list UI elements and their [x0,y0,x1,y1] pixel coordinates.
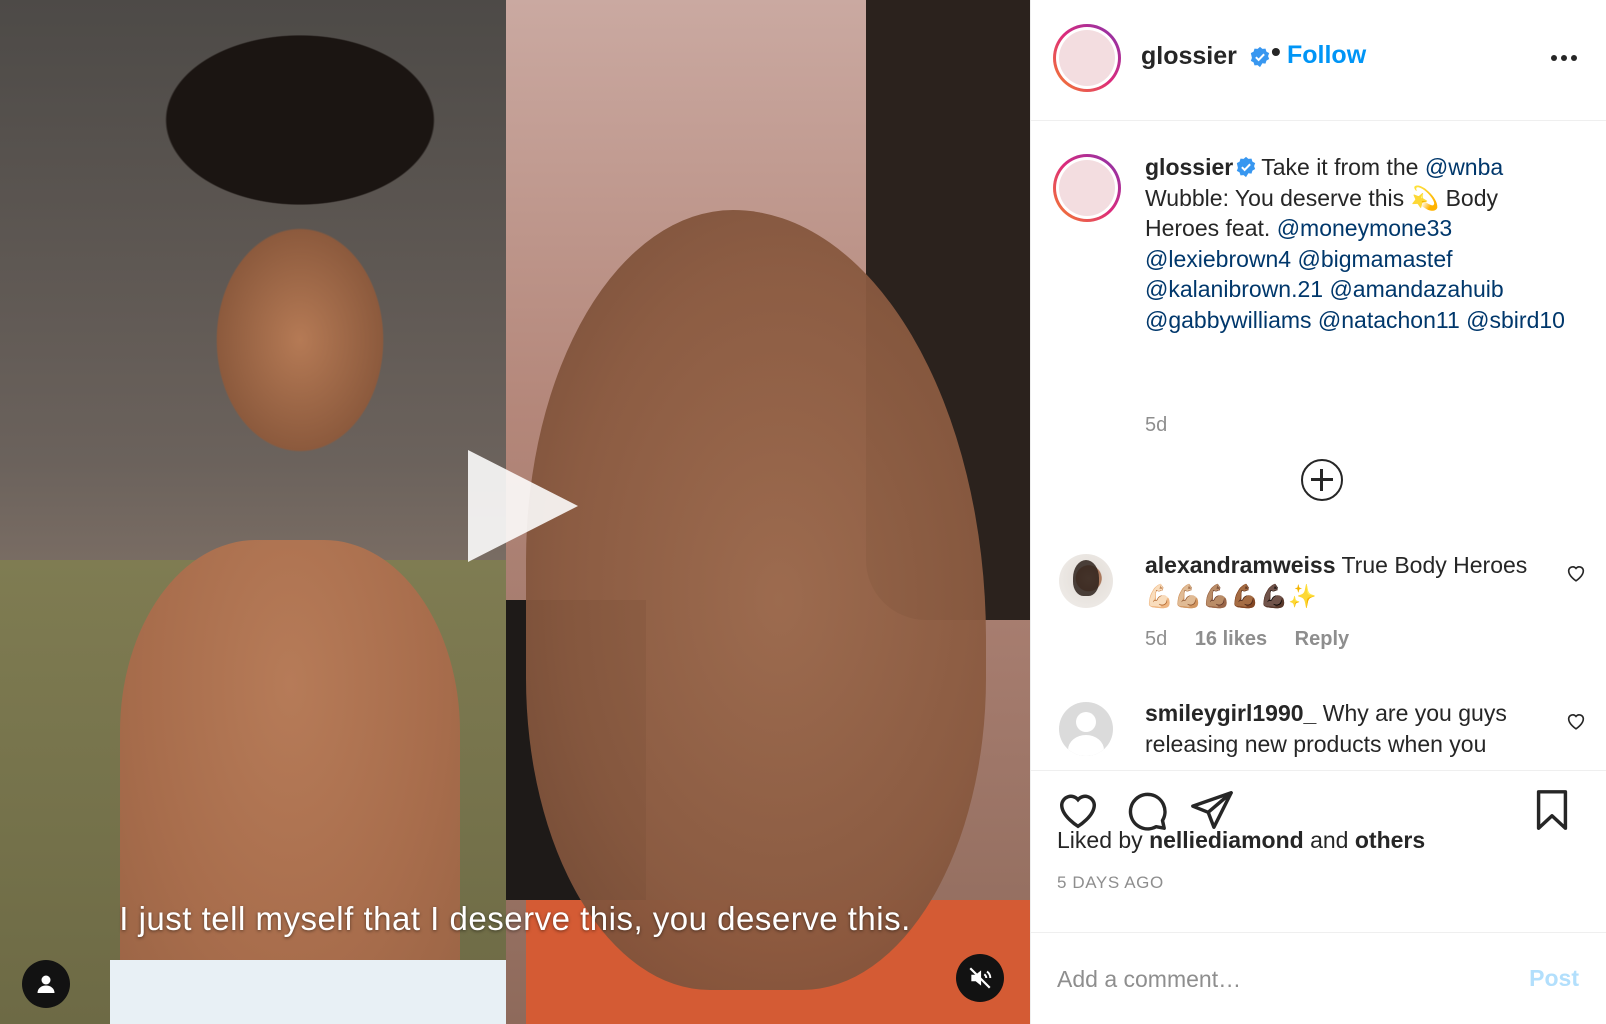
mention-link[interactable]: @bigmamastef [1297,246,1452,272]
comment-username[interactable]: smileygirl1990_ [1145,700,1316,726]
post-side-panel: glossier • Follow glossier Take it from t… [1030,0,1606,1024]
avatar[interactable] [1053,24,1121,92]
heart-icon[interactable] [1565,710,1587,732]
comments-list[interactable]: glossier Take it from the @wnba Wubble: Y… [1031,122,1606,770]
load-more-comments-button[interactable] [1301,459,1343,501]
liked-by-summary[interactable]: Liked by nelliediamond and others [1057,827,1425,854]
post-comment-button[interactable]: Post [1529,965,1579,992]
caption-timestamp: 5d [1145,414,1168,436]
mention-link[interactable]: @lexiebrown4 [1145,246,1291,272]
dizzy-emoji: 💫 [1410,184,1440,211]
tagged-users-button[interactable] [22,960,70,1008]
more-options-icon[interactable] [1546,40,1582,76]
caption-username[interactable]: glossier [1145,154,1233,180]
post-header: glossier • Follow [1031,0,1606,121]
comment-timestamp: 5d [1145,628,1168,650]
comment-likes[interactable]: 16 likes [1195,628,1267,650]
post-timestamp: 5 DAYS AGO [1057,873,1164,892]
avatar[interactable] [1059,702,1113,756]
person-icon [37,975,55,993]
post-actions: Liked by nelliediamond and others 5 DAYS… [1031,770,1606,932]
play-icon[interactable] [468,450,578,562]
mention-link[interactable]: @sbird10 [1466,307,1565,333]
video-subtitle: I just tell myself that I deserve this, … [119,900,911,937]
avatar[interactable] [1053,154,1121,222]
mention-link[interactable]: @amandazahuib [1329,276,1503,302]
mention-link[interactable]: @kalanibrown.21 [1145,276,1323,302]
heart-icon[interactable] [1565,562,1587,584]
verified-badge-icon [1237,156,1256,178]
caption-text: glossier Take it from the @wnba Wubble: Y… [1145,154,1565,333]
video-left-panel [0,0,510,1024]
liked-user-link[interactable]: nelliediamond [1149,827,1304,853]
mention-link[interactable]: @moneymone33 [1277,215,1453,241]
separator-dot: • [1271,36,1281,67]
post-media-video[interactable]: I just tell myself that I deserve this, … [0,0,1030,1024]
reply-button[interactable]: Reply [1295,628,1349,650]
video-right-panel [506,0,1030,1024]
speaker-muted-icon [969,967,992,989]
comment-username[interactable]: alexandramweiss [1145,552,1336,578]
mention-link[interactable]: @wnba [1425,154,1503,180]
verified-badge-icon [1250,46,1270,68]
follow-button[interactable]: Follow [1287,41,1366,70]
mention-link[interactable]: @natachon11 [1318,307,1460,333]
mention-link[interactable]: @gabbywilliams [1145,307,1312,333]
header-username[interactable]: glossier [1141,42,1237,71]
bookmark-icon[interactable] [1529,787,1575,833]
avatar[interactable] [1059,554,1113,608]
mute-toggle-button[interactable] [956,954,1004,1002]
comment-input[interactable] [1057,957,1487,1001]
add-comment-bar: Post [1031,932,1606,1024]
liked-others-link[interactable]: others [1355,827,1425,853]
